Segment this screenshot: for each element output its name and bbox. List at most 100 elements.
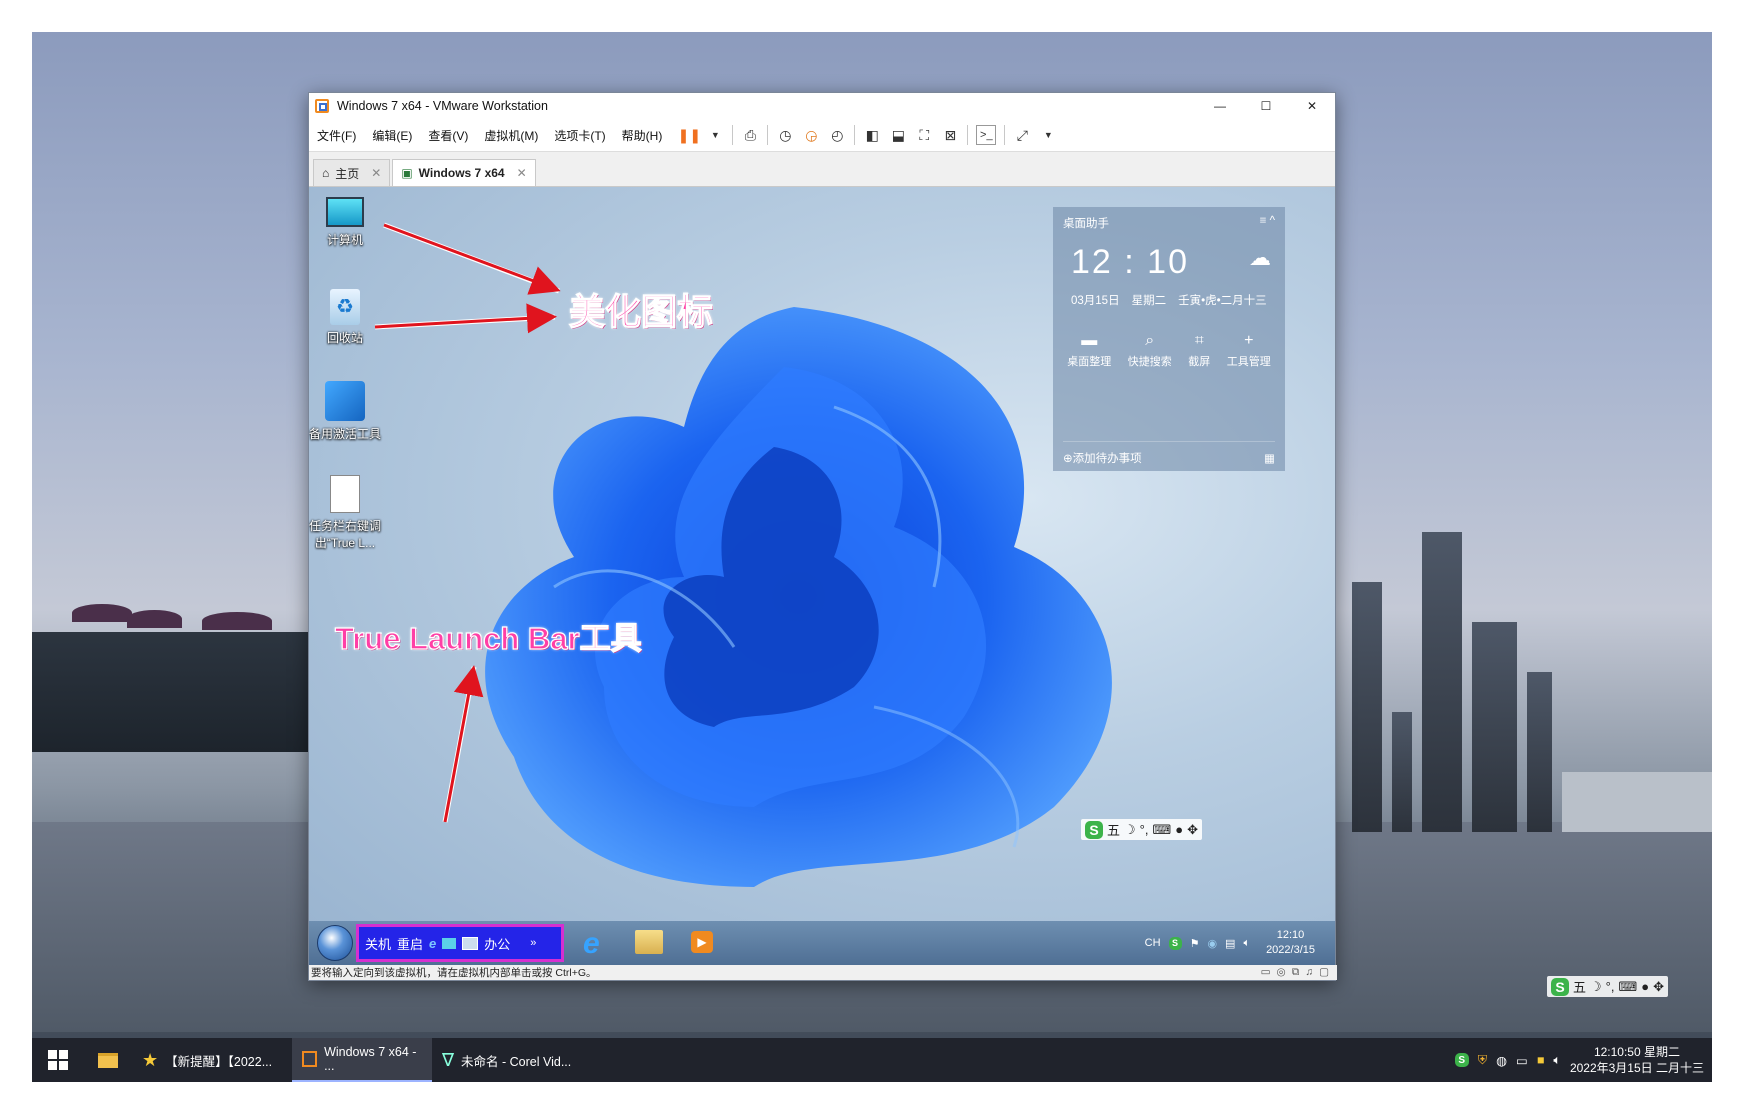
sogou-tray-icon[interactable]: S xyxy=(1168,936,1182,950)
guest-taskbar: 关机 重启 e 办公 » e ▶ CH S ⚑ ◉ ▤ 🔈︎ 12:10 202… xyxy=(309,921,1335,965)
chat-icon[interactable]: ◉ xyxy=(1207,937,1217,950)
minimize-button[interactable]: — xyxy=(1197,93,1243,119)
tab-windows7[interactable]: ▣ Windows 7 x64 ✕ xyxy=(392,159,536,186)
guest-clock[interactable]: 12:10 2022/3/15 xyxy=(1266,928,1315,958)
start-orb-icon[interactable] xyxy=(317,925,353,961)
network-adapter-icon[interactable]: ⧉ xyxy=(1292,966,1300,979)
maximize-button[interactable]: ☐ xyxy=(1243,93,1289,119)
cdrom-icon[interactable]: ◎ xyxy=(1277,966,1286,979)
menu-icon[interactable]: ≡ xyxy=(1260,215,1267,227)
menu-edit[interactable]: 编辑(E) xyxy=(364,127,420,144)
shutdown-button[interactable]: 关机 xyxy=(365,934,391,953)
window-switch-icon[interactable] xyxy=(462,936,479,950)
tool-quick-search[interactable]: ⌕ 快捷搜索 xyxy=(1128,332,1172,369)
keyboard-icon: ⌨ xyxy=(1618,978,1638,994)
keyboard-icon: ⌨ xyxy=(1152,821,1172,837)
show-desktop-icon[interactable] xyxy=(442,937,457,949)
tab-home[interactable]: ⌂ 主页 ✕ xyxy=(313,159,391,186)
host-ime-bar[interactable]: S 五 ☽ °, ⌨ ● ✥ xyxy=(1547,976,1669,997)
guest-ime-mode: 五 xyxy=(1107,823,1121,838)
more-chevron-icon[interactable]: » xyxy=(530,937,536,949)
stretch-icon[interactable]: ⤢ xyxy=(1013,126,1031,144)
desktop-assistant-widget: 桌面助手 ≡ ^ 12 : 10 ☁ 03月15日 星期二 壬寅•虎•二月十三 … xyxy=(1053,207,1285,471)
tab-close-icon[interactable]: ✕ xyxy=(371,166,381,180)
sogou-tray-icon[interactable]: S xyxy=(1454,1053,1469,1067)
snapshot-manager-icon[interactable]: ◴ xyxy=(828,126,846,144)
vmware-toolbar: ❚❚ ▼ ⎙ ◷ ◶ ◴ ◧ ⬓ ⛶ ⊠ >_ ⤢ ▼ xyxy=(678,125,1057,145)
guest-desktop[interactable]: 计算机 ♻ 回收站 备用激活工具 任务栏右键调出“True L... 美化图标 … xyxy=(309,187,1335,965)
send-ctrl-alt-del-icon[interactable]: ⎙ xyxy=(741,126,759,144)
menu-tabs[interactable]: 选项卡(T) xyxy=(546,127,613,144)
menu-view[interactable]: 查看(V) xyxy=(420,127,476,144)
monitor-icon: ▬ xyxy=(1081,332,1098,349)
badge-icon[interactable]: ■ xyxy=(1537,1053,1545,1067)
add-todo-button[interactable]: ⊕添加待办事项 xyxy=(1063,450,1142,466)
toolbar-separator xyxy=(967,125,969,145)
fullscreen-icon[interactable]: ⛶ xyxy=(915,126,933,144)
annotation-true-launch-bar: True Launch Bar工具 xyxy=(334,620,642,656)
arrow-recycle xyxy=(374,303,557,334)
shield-icon[interactable]: ⛨ xyxy=(1478,1053,1487,1068)
office-menu[interactable]: 办公 xyxy=(484,934,510,953)
restart-button[interactable]: 重启 xyxy=(397,934,423,953)
tool-desktop-organize[interactable]: ▬ 桌面整理 xyxy=(1067,332,1111,369)
message-icon[interactable]: ▢ xyxy=(1319,966,1329,979)
taskbar-item-corel[interactable]: ∇ 未命名 - Corel Vid... xyxy=(432,1038,592,1082)
vmware-titlebar[interactable]: Windows 7 x64 - VMware Workstation — ☐ ✕ xyxy=(309,93,1335,119)
ie-icon[interactable]: e xyxy=(429,936,436,951)
network-icon[interactable]: ▤ xyxy=(1225,937,1235,950)
host-clock[interactable]: 12:10:50 星期二 2022年3月15日 二月十三 xyxy=(1570,1044,1704,1076)
console-icon[interactable]: >_ xyxy=(976,125,997,145)
dropdown-arrow-icon[interactable]: ▼ xyxy=(706,126,724,144)
sound-card-icon[interactable]: ♫ xyxy=(1305,966,1313,979)
grid-icon: ✥ xyxy=(1653,978,1665,994)
taskbar-item-label: Windows 7 x64 - ... xyxy=(324,1045,417,1073)
unity-icon[interactable]: ⊠ xyxy=(941,126,959,144)
snapshot-icon[interactable]: ◷ xyxy=(776,126,794,144)
flag-icon[interactable]: ⚑ xyxy=(1190,937,1200,950)
dropdown-arrow-icon[interactable]: ▼ xyxy=(1039,126,1057,144)
language-indicator[interactable]: CH xyxy=(1145,937,1161,949)
taskbar-item-label: 未命名 - Corel Vid... xyxy=(461,1054,572,1069)
volume-icon[interactable]: 🔈︎ xyxy=(1243,937,1250,950)
menu-vm[interactable]: 虚拟机(M) xyxy=(476,127,546,144)
menu-help[interactable]: 帮助(H) xyxy=(614,127,671,144)
collapse-icon[interactable]: ^ xyxy=(1270,215,1275,227)
hdd-icon[interactable]: ▭ xyxy=(1261,966,1271,979)
library-view-icon[interactable]: ◧ xyxy=(863,126,881,144)
qr-code-icon[interactable]: ▦ xyxy=(1264,451,1275,465)
taskbar-file-explorer[interactable] xyxy=(84,1038,132,1082)
volume-icon[interactable]: 🔈︎ xyxy=(1553,1053,1561,1068)
taskbar-explorer-icon[interactable] xyxy=(635,930,663,954)
tool-manager[interactable]: + 工具管理 xyxy=(1227,332,1271,369)
menu-file[interactable]: 文件(F) xyxy=(309,127,364,144)
cloud-icon[interactable]: ☁ xyxy=(1249,245,1271,271)
widget-title: 桌面助手 xyxy=(1063,218,1109,230)
sogou-icon: S xyxy=(1085,820,1103,839)
punct-icon: °, xyxy=(1139,822,1149,837)
monitor-icon[interactable]: ▭ xyxy=(1516,1053,1528,1068)
revert-snapshot-icon[interactable]: ◶ xyxy=(802,126,820,144)
vm-icon: ▣ xyxy=(401,166,413,180)
annotation-beautify-icons: 美化图标 xyxy=(568,290,714,332)
tab-close-icon[interactable]: ✕ xyxy=(517,166,527,180)
arrow-computer xyxy=(383,223,561,295)
taskbar-item-vmware[interactable]: Windows 7 x64 - ... xyxy=(292,1038,432,1082)
taskbar-ie-icon[interactable]: e xyxy=(583,927,600,961)
taskbar-item-forum[interactable]: ★ 【新提醒】【2022... xyxy=(132,1038,292,1082)
pause-icon[interactable]: ❚❚ xyxy=(678,126,701,144)
thumbnail-view-icon[interactable]: ⬓ xyxy=(889,126,907,144)
status-text: 要将输入定向到该虚拟机，请在虚拟机内部单击或按 Ctrl+G。 xyxy=(311,967,597,979)
toolbar-separator xyxy=(732,125,734,145)
taskbar-media-player-icon[interactable]: ▶ xyxy=(691,931,713,953)
network-globe-icon[interactable]: ◍ xyxy=(1496,1053,1507,1068)
windows-start-icon[interactable] xyxy=(48,1050,68,1070)
toolbar-separator xyxy=(854,125,856,145)
tool-screenshot[interactable]: ⌗ 截屏 xyxy=(1188,332,1210,369)
widget-weekday: 星期二 xyxy=(1131,295,1167,307)
sogou-icon: S xyxy=(1551,977,1569,996)
guest-ime-bar[interactable]: S 五 ☽ °, ⌨ ● ✥ xyxy=(1081,819,1203,840)
close-button[interactable]: ✕ xyxy=(1289,93,1335,119)
window-title: Windows 7 x64 - VMware Workstation xyxy=(337,99,548,113)
host-taskbar: ★ 【新提醒】【2022... Windows 7 x64 - ... ∇ 未命… xyxy=(32,1038,1712,1082)
